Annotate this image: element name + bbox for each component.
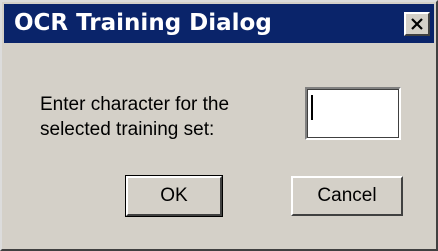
cancel-button[interactable]: Cancel xyxy=(291,176,403,216)
close-icon xyxy=(411,18,423,30)
title-bar[interactable]: OCR Training Dialog xyxy=(4,4,434,43)
dialog-title: OCR Training Dialog xyxy=(14,10,272,36)
character-input[interactable] xyxy=(305,87,401,140)
prompt-label: Enter character for the selected trainin… xyxy=(40,92,280,142)
dialog-window: OCR Training Dialog Enter character for … xyxy=(0,0,438,251)
ok-button[interactable]: OK xyxy=(125,175,223,217)
prompt-line-1: Enter character for the xyxy=(40,94,230,115)
prompt-line-2: selected training set: xyxy=(40,119,215,140)
text-caret xyxy=(311,95,313,120)
close-button[interactable] xyxy=(404,12,430,36)
